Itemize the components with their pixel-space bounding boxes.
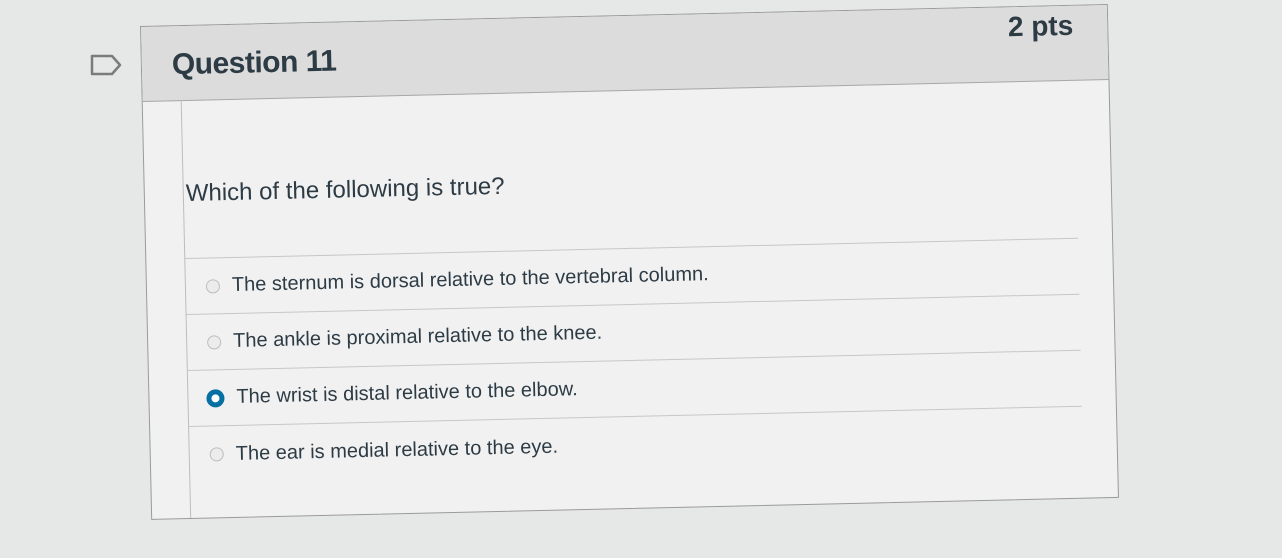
question-body: Which of the following is true? The ster…	[180, 79, 1084, 518]
question-title: Question 11	[171, 44, 337, 82]
answer-list: The sternum is dorsal relative to the ve…	[185, 237, 1084, 483]
question-points: 2 pts	[1007, 9, 1074, 43]
answer-label: The wrist is distal relative to the elbo…	[236, 378, 578, 408]
answer-label: The ankle is proximal relative to the kn…	[232, 321, 603, 352]
radio-button-selected[interactable]	[206, 388, 225, 408]
radio-button[interactable]	[205, 278, 221, 294]
answer-label: The sternum is dorsal relative to the ve…	[231, 263, 709, 296]
flag-question-icon[interactable]	[88, 52, 124, 78]
question-text: Which of the following is true?	[185, 172, 505, 208]
radio-button[interactable]	[207, 334, 222, 350]
radio-button[interactable]	[209, 447, 224, 462]
question-card: Question 11 2 pts Which of the following…	[140, 4, 1119, 520]
answer-label: The ear is medial relative to the eye.	[235, 435, 559, 465]
